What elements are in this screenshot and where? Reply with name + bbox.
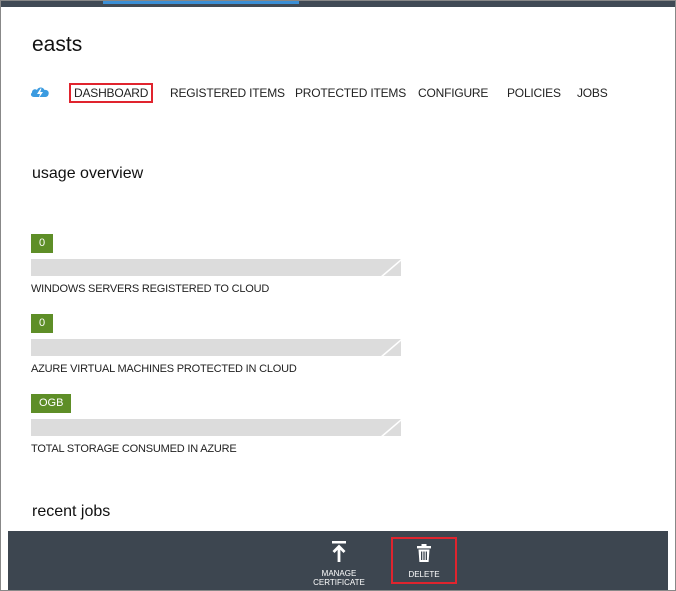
delete-button[interactable]: DELETE — [391, 537, 457, 584]
tab-registered-items[interactable]: REGISTERED ITEMS — [170, 86, 285, 100]
metric-value-badge: 0 — [31, 234, 54, 253]
manage-certificate-label-line1: MANAGE — [321, 569, 357, 578]
metric-bar — [31, 259, 401, 276]
delete-label: DELETE — [408, 570, 440, 579]
usage-overview-title: usage overview — [32, 165, 144, 182]
recent-jobs-title: recent jobs — [32, 503, 111, 520]
manage-certificate-button[interactable]: MANAGE CERTIFICATE — [307, 531, 371, 590]
command-bar: MANAGE CERTIFICATE DELETE — [8, 531, 668, 590]
metric-label: AZURE VIRTUAL MACHINES PROTECTED IN CLOU… — [31, 363, 297, 375]
metric-value-badge: OGB — [31, 394, 72, 413]
tab-jobs[interactable]: JOBS — [577, 86, 608, 100]
upload-arrow-icon — [331, 541, 347, 563]
trash-icon — [417, 544, 431, 562]
cloud-vault-icon — [30, 84, 50, 100]
metric-bar — [31, 419, 401, 436]
tab-dashboard[interactable]: DASHBOARD — [69, 83, 154, 103]
tab-protected-items[interactable]: PROTECTED ITEMS — [295, 86, 406, 100]
top-bar-accent — [103, 1, 299, 4]
page-title: easts — [32, 33, 83, 56]
metric-label: TOTAL STORAGE CONSUMED IN AZURE — [31, 443, 237, 455]
tab-configure[interactable]: CONFIGURE — [418, 86, 488, 100]
tab-policies[interactable]: POLICIES — [507, 86, 561, 100]
content-panel: easts DASHBOARD REGISTERED ITEMS PROTECT… — [8, 7, 668, 531]
metric-value-badge: 0 — [31, 314, 54, 333]
manage-certificate-label-line2: CERTIFICATE — [313, 578, 365, 587]
metric-label: WINDOWS SERVERS REGISTERED TO CLOUD — [31, 283, 270, 295]
metric-bar — [31, 339, 401, 356]
window-frame: easts DASHBOARD REGISTERED ITEMS PROTECT… — [0, 0, 676, 591]
